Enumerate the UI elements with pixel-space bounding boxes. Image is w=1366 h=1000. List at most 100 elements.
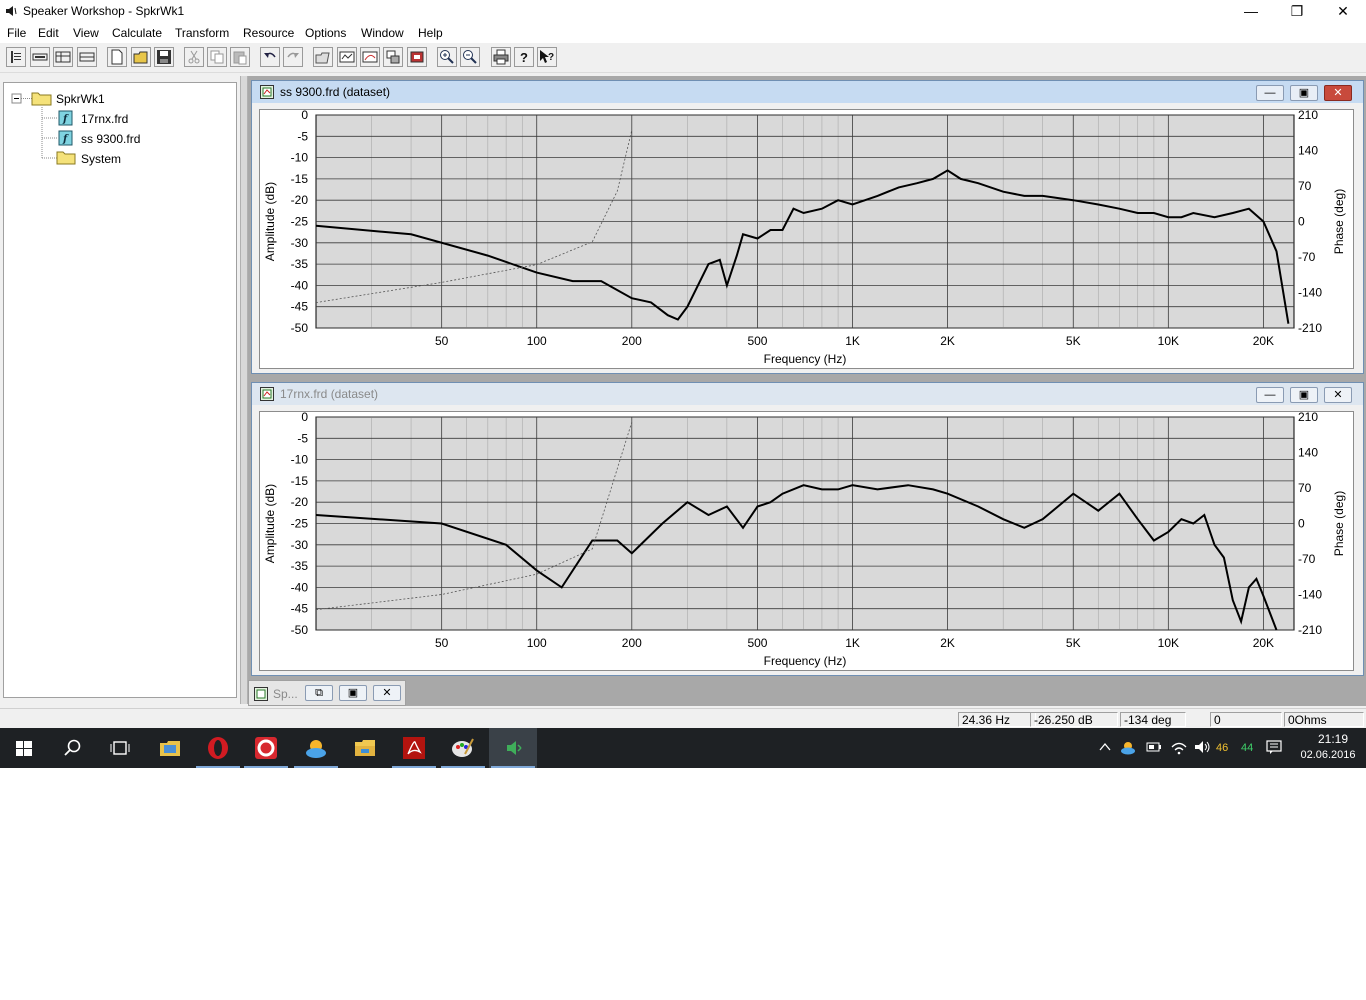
tree-item-system[interactable]: System <box>81 152 121 166</box>
chart-window-caption[interactable]: 17rnx.frd (dataset) — ▣ ✕ <box>252 383 1363 405</box>
x-tick-label: 50 <box>435 636 449 650</box>
chart-maximize-button[interactable]: ▣ <box>1290 85 1318 101</box>
minimized-maximize-button[interactable]: ▣ <box>339 685 367 701</box>
task-view-button[interactable] <box>96 728 144 768</box>
opera-app[interactable] <box>194 728 242 768</box>
chart-maximize-button[interactable]: ▣ <box>1290 387 1318 403</box>
paste-button[interactable] <box>230 47 250 67</box>
frequency-response-chart[interactable]: 50 100 200 500 1K 2K 5K 10K 20K 0 -5 -10 -15 -20 -25 -3… <box>260 412 1353 670</box>
weather-app[interactable] <box>292 728 340 768</box>
y-tick-label: -25 <box>291 517 309 531</box>
chart-close-button[interactable]: ✕ <box>1324 387 1352 403</box>
chart-window-caption[interactable]: ss 9300.frd (dataset) — ▣ ✕ <box>252 81 1363 103</box>
redo-button[interactable] <box>283 47 303 67</box>
acrobat-app[interactable] <box>390 728 438 768</box>
menu-help[interactable]: Help <box>418 26 443 40</box>
minimized-window-title: Sp... <box>273 687 298 701</box>
grid-button[interactable] <box>77 47 97 67</box>
ccleaner-app[interactable] <box>242 728 290 768</box>
speaker-workshop-app[interactable] <box>489 728 537 768</box>
x-axis-label: Frequency (Hz) <box>764 352 847 366</box>
weather-tray-icon[interactable] <box>1120 739 1136 755</box>
explorer-app[interactable] <box>146 728 194 768</box>
restore-button[interactable]: ❐ <box>1274 0 1320 23</box>
x-tick-label: 100 <box>527 334 547 348</box>
menu-view[interactable]: View <box>73 26 99 40</box>
wifi-icon[interactable] <box>1170 739 1188 755</box>
y2-tick-label: -210 <box>1298 623 1322 637</box>
tree-item-ss9300[interactable]: ss 9300.frd <box>81 132 140 146</box>
minimized-close-button[interactable]: ✕ <box>373 685 401 701</box>
file-explorer-app[interactable] <box>341 728 389 768</box>
search-button[interactable] <box>48 728 96 768</box>
help-button[interactable]: ? <box>514 47 534 67</box>
tray-temp-1[interactable]: 46 <box>1216 742 1228 754</box>
clock-date[interactable]: 02.06.2016 <box>1293 749 1363 761</box>
menu-file[interactable]: File <box>7 26 26 40</box>
box-button[interactable] <box>407 47 427 67</box>
x-tick-label: 20K <box>1253 636 1274 650</box>
cut-button[interactable] <box>184 47 204 67</box>
save-icon <box>157 50 171 64</box>
minimized-restore-button[interactable]: ⧉ <box>305 685 333 701</box>
y-tick-label: -30 <box>291 538 309 552</box>
undo-button[interactable] <box>260 47 280 67</box>
resource-button[interactable] <box>30 47 50 67</box>
driver-button[interactable] <box>337 47 357 67</box>
minimized-window[interactable]: Sp... ⧉ ▣ ✕ <box>248 680 406 706</box>
menu-transform[interactable]: Transform <box>175 26 229 40</box>
chart-minimize-button[interactable]: — <box>1256 85 1284 101</box>
dataset-icon <box>260 85 274 99</box>
x-tick-label: 100 <box>527 636 547 650</box>
status-phase: -134 deg <box>1120 712 1186 727</box>
open-button[interactable] <box>131 47 151 67</box>
ccleaner-icon <box>255 737 277 759</box>
menu-resource[interactable]: Resource <box>243 26 294 40</box>
battery-icon[interactable] <box>1146 741 1162 753</box>
paste-icon <box>233 51 247 65</box>
y-tick-label: -40 <box>291 278 309 292</box>
print-button[interactable] <box>491 47 511 67</box>
network-button[interactable] <box>383 47 403 67</box>
volume-icon[interactable] <box>1194 739 1212 755</box>
app-icon <box>6 6 17 16</box>
chart-close-button[interactable]: ✕ <box>1324 85 1352 101</box>
chart-minimize-button[interactable]: — <box>1256 387 1284 403</box>
menu-calculate[interactable]: Calculate <box>112 26 162 40</box>
y-tick-label: -40 <box>291 580 309 594</box>
copy-button[interactable] <box>207 47 227 67</box>
chevron-up-icon[interactable] <box>1098 741 1112 753</box>
window-title: Speaker Workshop - SpkrWk1 <box>23 4 185 18</box>
clock-time[interactable]: 21:19 <box>1308 732 1358 746</box>
task-view-icon <box>110 741 130 755</box>
menu-edit[interactable]: Edit <box>38 26 59 40</box>
status-amplitude: -26.250 dB <box>1030 712 1118 727</box>
chart-button[interactable] <box>360 47 380 67</box>
new-button[interactable] <box>107 47 127 67</box>
open-folder-button[interactable] <box>313 47 333 67</box>
zoom-in-icon <box>440 50 454 64</box>
menu-bar: File Edit View Calculate Transform Resou… <box>0 23 1366 43</box>
explorer-icon <box>160 741 180 756</box>
close-button[interactable]: ✕ <box>1320 0 1366 23</box>
pane-splitter[interactable] <box>240 76 248 704</box>
table-button[interactable] <box>53 47 73 67</box>
save-button[interactable] <box>154 47 174 67</box>
zoom-out-button[interactable] <box>460 47 480 67</box>
x-tick-label: 10K <box>1158 334 1179 348</box>
properties-button[interactable] <box>6 47 26 67</box>
frequency-response-chart[interactable]: 50 100 200 500 1K 2K 5K 10K 20K 0 -5 -10 -15 -20 -25 -3… <box>260 110 1353 368</box>
tree-item-17rnx[interactable]: 17rnx.frd <box>81 112 128 126</box>
y2-tick-label: -70 <box>1298 250 1316 264</box>
tray-temp-2[interactable]: 44 <box>1241 742 1253 754</box>
menu-options[interactable]: Options <box>305 26 346 40</box>
zoom-in-button[interactable] <box>437 47 457 67</box>
tree-root-label[interactable]: SpkrWk1 <box>56 92 105 106</box>
context-help-icon: ? <box>540 50 554 63</box>
context-help-button[interactable]: ? <box>537 47 557 67</box>
notification-icon[interactable] <box>1266 739 1282 755</box>
menu-window[interactable]: Window <box>361 26 404 40</box>
paint-app[interactable] <box>439 728 487 768</box>
start-button[interactable] <box>0 728 48 768</box>
minimize-button[interactable]: — <box>1228 0 1274 23</box>
